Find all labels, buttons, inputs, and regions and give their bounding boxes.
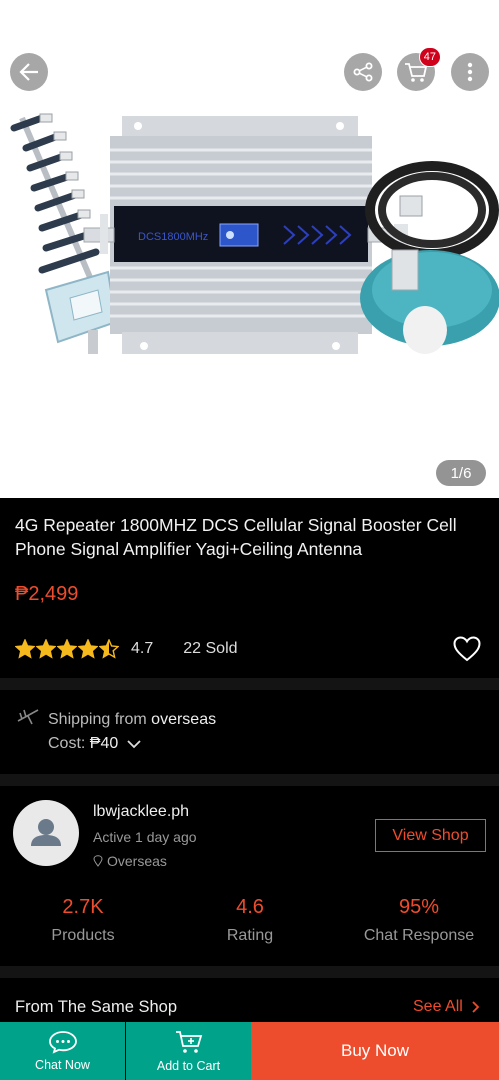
chat-icon [48, 1031, 77, 1054]
stat-products: 2.7K Products [33, 896, 133, 945]
ceiling-antenna [360, 249, 499, 354]
star-icon [15, 639, 35, 659]
repeater-body: DCS1800MHz [83, 116, 408, 354]
view-shop-button[interactable]: View Shop [375, 819, 486, 852]
rating-value: 4.7 [131, 640, 154, 657]
location-pin-icon [93, 855, 103, 867]
add-to-cart-button[interactable]: Add to Cart [126, 1022, 251, 1080]
back-button[interactable] [10, 53, 48, 91]
star-icon [57, 639, 77, 659]
shop-avatar[interactable] [13, 800, 79, 866]
product-image-gallery[interactable]: DCS1800MHz 47 1/6 [0, 0, 499, 498]
star-icon [78, 639, 98, 659]
stat-value: 95% [398, 896, 440, 918]
cable-coil [365, 161, 499, 259]
share-button[interactable] [344, 53, 382, 91]
stat-value: 4.6 [236, 896, 264, 918]
image-page-indicator: 1/6 [436, 460, 486, 486]
stat-label: Rating [226, 927, 274, 944]
plane-icon [17, 709, 39, 725]
stat-chat-response: 95% Chat Response [350, 896, 488, 945]
bottom-action-bar: Chat Now Add to Cart Buy Now [0, 1022, 499, 1080]
chat-now-button[interactable]: Chat Now [0, 1022, 125, 1080]
product-title: 4G Repeater 1800MHZ DCS Cellular Signal … [15, 515, 457, 559]
heart-icon [453, 636, 481, 662]
star-icon [36, 639, 56, 659]
stat-value: 2.7K [62, 896, 104, 918]
section-divider [0, 966, 499, 978]
shop-name[interactable]: lbwjacklee.ph [93, 803, 189, 821]
star-icon [99, 639, 119, 659]
favorite-button[interactable] [453, 636, 481, 667]
cart-button[interactable]: 47 [397, 47, 441, 91]
shipping-cost[interactable]: Cost: ₱40 [48, 735, 142, 753]
stat-rating: 4.6 Rating [200, 896, 300, 945]
device-label: DCS1800MHz [138, 231, 208, 243]
rating-row: 4.7 22 Sold [15, 637, 238, 661]
product-price: ₱2,499 [15, 583, 79, 605]
section-divider [0, 678, 499, 690]
add-to-cart-label: Add to Cart [156, 1059, 221, 1073]
user-icon [31, 819, 61, 846]
section-divider [0, 774, 499, 786]
shop-location: Overseas [93, 853, 167, 869]
chat-now-label: Chat Now [35, 1058, 90, 1072]
shipping-from: Shipping from overseas [48, 711, 217, 728]
sold-count: 22 Sold [183, 640, 238, 657]
more-button[interactable] [451, 53, 489, 91]
chevron-down-icon [127, 740, 141, 749]
share-icon [353, 62, 373, 82]
see-all-link[interactable]: See All [413, 998, 480, 1016]
buy-now-button[interactable]: Buy Now [251, 1022, 499, 1080]
stat-label: Chat Response [363, 927, 475, 944]
rating-stars [15, 639, 119, 659]
add-cart-icon [175, 1031, 202, 1053]
more-icon [467, 62, 473, 82]
chevron-right-icon [472, 1001, 480, 1013]
stat-label: Products [51, 927, 115, 944]
cart-count-badge: 47 [418, 47, 441, 67]
same-shop-title: From The Same Shop [15, 998, 178, 1016]
back-arrow-icon [19, 63, 38, 81]
shop-active-status: Active 1 day ago [93, 829, 197, 845]
